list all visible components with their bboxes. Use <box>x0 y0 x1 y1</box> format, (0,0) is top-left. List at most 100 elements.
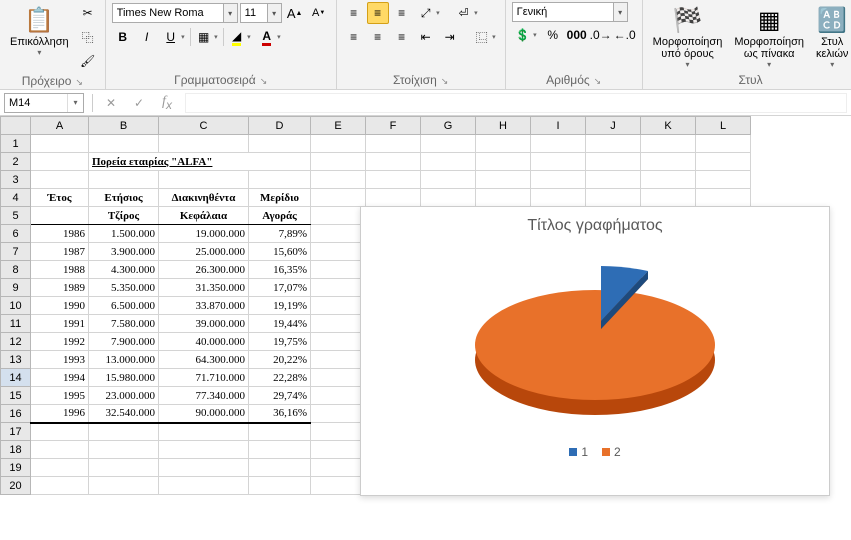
decrease-decimal-button[interactable]: ←.0 <box>614 24 636 46</box>
cell[interactable] <box>311 171 366 189</box>
cell[interactable]: 1987 <box>31 243 89 261</box>
cell[interactable] <box>89 459 159 477</box>
column-header[interactable]: G <box>421 117 476 135</box>
cell[interactable]: 13.000.000 <box>89 351 159 369</box>
cell[interactable] <box>696 135 751 153</box>
cell[interactable] <box>159 171 249 189</box>
cell[interactable] <box>311 441 366 459</box>
cell[interactable] <box>31 207 89 225</box>
row-header[interactable]: 12 <box>1 333 31 351</box>
cell[interactable] <box>159 135 249 153</box>
cell[interactable] <box>89 171 159 189</box>
cell[interactable] <box>586 171 641 189</box>
cell[interactable]: 71.710.000 <box>159 369 249 387</box>
cell[interactable] <box>311 405 366 423</box>
chevron-down-icon[interactable]: ▾ <box>223 4 237 22</box>
cell[interactable]: 7.580.000 <box>89 315 159 333</box>
cell[interactable] <box>366 189 421 207</box>
cell[interactable]: 19,75% <box>249 333 311 351</box>
cell[interactable] <box>311 243 366 261</box>
conditional-format-button[interactable]: 🏁 Μορφοποίηση υπό όρους▾ <box>649 2 727 71</box>
cell[interactable]: Τζίρος <box>89 207 159 225</box>
cell[interactable] <box>249 477 311 495</box>
number-format-input[interactable] <box>513 3 613 21</box>
row-header[interactable]: 18 <box>1 441 31 459</box>
cell[interactable] <box>311 207 366 225</box>
cell[interactable]: Έτος <box>31 189 89 207</box>
column-header[interactable]: K <box>641 117 696 135</box>
cell-styles-button[interactable]: 🔠 Στυλ κελιών▾ <box>812 2 851 71</box>
cell[interactable] <box>586 189 641 207</box>
cell[interactable]: 1992 <box>31 333 89 351</box>
column-header[interactable]: F <box>366 117 421 135</box>
cell[interactable] <box>421 171 476 189</box>
chevron-down-icon[interactable]: ▾ <box>67 94 83 112</box>
cell[interactable]: 1990 <box>31 297 89 315</box>
fill-color-button[interactable]: ◢ <box>226 26 254 48</box>
column-header[interactable]: L <box>696 117 751 135</box>
column-header[interactable]: J <box>586 117 641 135</box>
cell[interactable] <box>89 441 159 459</box>
row-header[interactable]: 20 <box>1 477 31 495</box>
accept-formula-button[interactable]: ✓ <box>129 93 149 113</box>
increase-decimal-button[interactable]: .0→ <box>590 24 612 46</box>
cell[interactable] <box>249 441 311 459</box>
row-header[interactable]: 8 <box>1 261 31 279</box>
cell[interactable]: 19.000.000 <box>159 225 249 243</box>
align-center-button[interactable]: ≡ <box>367 26 389 48</box>
fx-button[interactable]: fx <box>157 93 177 113</box>
border-button[interactable]: ▦ <box>193 26 221 48</box>
comma-button[interactable]: 000 <box>566 24 588 46</box>
row-header[interactable]: 11 <box>1 315 31 333</box>
cell[interactable] <box>586 153 641 171</box>
cell[interactable] <box>476 171 531 189</box>
cell[interactable]: 19,44% <box>249 315 311 333</box>
name-box-input[interactable] <box>5 94 67 112</box>
cell[interactable]: 22,28% <box>249 369 311 387</box>
cell[interactable] <box>366 153 421 171</box>
cell[interactable] <box>311 387 366 405</box>
orientation-button[interactable]: ⤢ <box>415 2 443 24</box>
chevron-down-icon[interactable]: ▾ <box>267 4 281 22</box>
format-as-table-button[interactable]: ▦ Μορφοποίηση ως πίνακα▾ <box>730 2 808 71</box>
row-header[interactable]: 2 <box>1 153 31 171</box>
align-top-button[interactable]: ≡ <box>343 2 365 24</box>
cell[interactable]: 32.540.000 <box>89 405 159 423</box>
align-launcher-icon[interactable]: ↘ <box>441 76 449 86</box>
increase-indent-button[interactable]: ⇥ <box>439 26 461 48</box>
column-header[interactable]: H <box>476 117 531 135</box>
column-header[interactable]: B <box>89 117 159 135</box>
cell[interactable]: Ετήσιος <box>89 189 159 207</box>
cell[interactable] <box>421 153 476 171</box>
font-size-combo[interactable]: ▾ <box>240 3 282 23</box>
row-header[interactable]: 14 <box>1 369 31 387</box>
clipboard-launcher-icon[interactable]: ↘ <box>75 77 83 87</box>
font-name-input[interactable] <box>113 4 223 22</box>
cell[interactable] <box>311 351 366 369</box>
cell[interactable]: 77.340.000 <box>159 387 249 405</box>
cell[interactable] <box>31 171 89 189</box>
italic-button[interactable]: I <box>136 26 158 48</box>
cell[interactable]: 16,35% <box>249 261 311 279</box>
row-header[interactable]: 1 <box>1 135 31 153</box>
cell[interactable]: 1996 <box>31 405 89 423</box>
cell[interactable] <box>311 459 366 477</box>
cell[interactable] <box>641 171 696 189</box>
cell[interactable]: 1994 <box>31 369 89 387</box>
cell[interactable]: 17,07% <box>249 279 311 297</box>
row-header[interactable]: 15 <box>1 387 31 405</box>
cell[interactable] <box>531 189 586 207</box>
row-header[interactable]: 7 <box>1 243 31 261</box>
grow-font-button[interactable]: A▲ <box>284 2 306 24</box>
cell[interactable] <box>311 135 366 153</box>
column-header[interactable]: D <box>249 117 311 135</box>
cell[interactable] <box>531 153 586 171</box>
cell[interactable]: 40.000.000 <box>159 333 249 351</box>
cell[interactable] <box>311 333 366 351</box>
cell[interactable] <box>311 225 366 243</box>
cell[interactable]: 15,60% <box>249 243 311 261</box>
cell[interactable]: 33.870.000 <box>159 297 249 315</box>
cell[interactable] <box>159 423 249 441</box>
cell[interactable] <box>89 135 159 153</box>
underline-button[interactable]: U <box>160 26 188 48</box>
